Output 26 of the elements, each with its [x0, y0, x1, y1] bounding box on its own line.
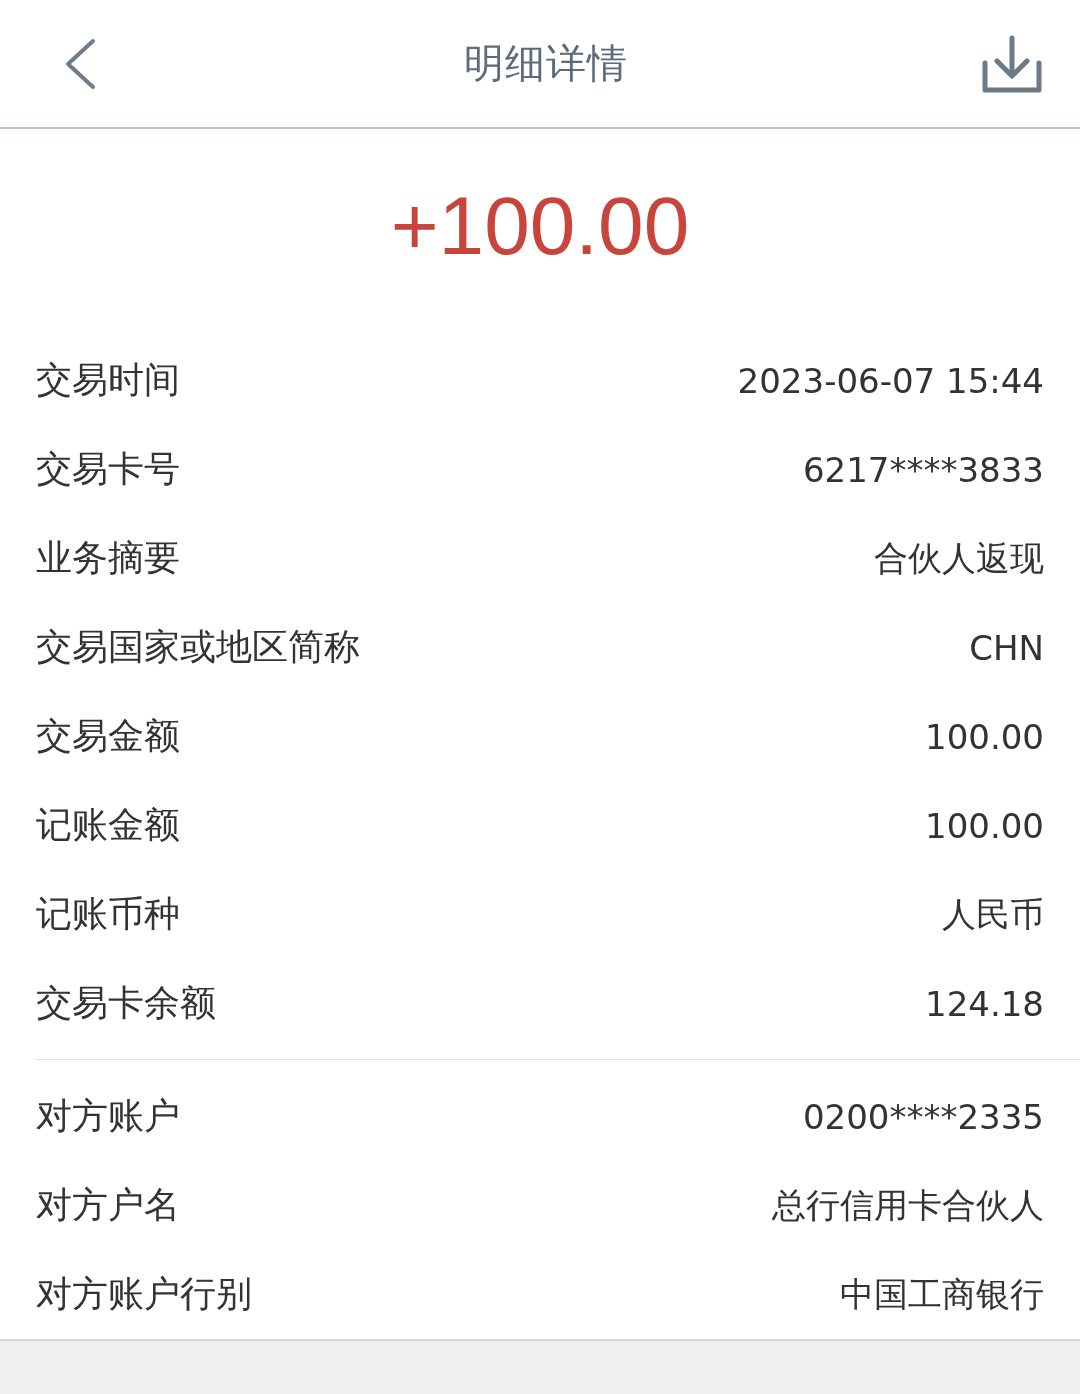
field-value: 中国工商银行 — [840, 1272, 1044, 1316]
field-label: 交易金额 — [36, 714, 180, 758]
download-icon — [982, 34, 1042, 93]
field-value: 合伙人返现 — [874, 536, 1044, 580]
field-label: 交易国家或地区简称 — [36, 625, 360, 669]
field-value: CHN — [969, 627, 1044, 668]
field-label: 交易卡余额 — [36, 981, 216, 1025]
field-value: 6217****3833 — [802, 449, 1044, 490]
field-value: 100.00 — [925, 805, 1044, 846]
field-value: 0200****2335 — [802, 1096, 1044, 1137]
field-label: 对方户名 — [36, 1183, 180, 1227]
field-label: 对方账户 — [36, 1094, 180, 1138]
field-label: 记账金额 — [36, 803, 180, 847]
field-value: 总行信用卡合伙人 — [772, 1183, 1044, 1227]
field-label: 交易卡号 — [36, 447, 180, 491]
back-chevron-icon — [63, 37, 97, 90]
field-value: 100.00 — [925, 716, 1044, 757]
amount-text: +100.00 — [390, 184, 690, 267]
field-label: 业务摘要 — [36, 536, 180, 580]
field-value: 2023-06-07 15:44 — [737, 360, 1044, 401]
field-label: 交易时间 — [36, 358, 180, 402]
field-label: 记账币种 — [36, 892, 180, 936]
field-value: 人民币 — [942, 892, 1044, 936]
field-label: 对方账户行别 — [36, 1272, 252, 1316]
field-value: 124.18 — [925, 983, 1044, 1024]
page-title: 明细详情 — [464, 39, 628, 88]
